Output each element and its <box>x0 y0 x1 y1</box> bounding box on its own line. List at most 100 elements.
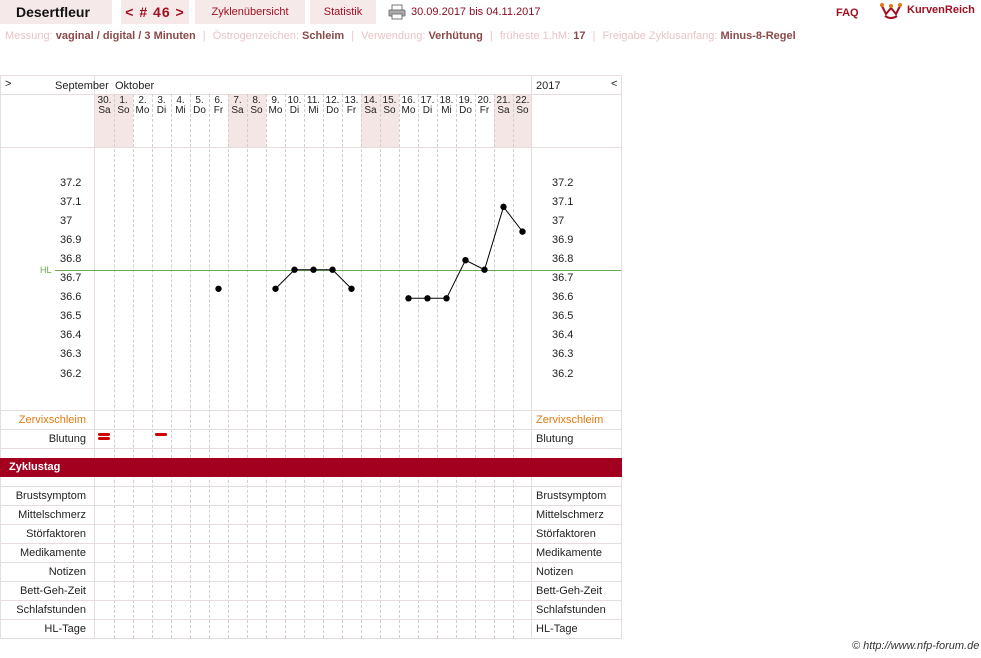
row-label: Brustsymptom <box>15 490 86 502</box>
y-tick-label-right: 36.2 <box>552 367 574 380</box>
row-label-right: Mittelschmerz <box>536 509 604 521</box>
row-divider <box>0 524 622 525</box>
temperature-point[interactable] <box>272 285 279 292</box>
weekday-label: So <box>383 105 396 116</box>
y-tick-label-right: 37.2 <box>552 177 574 189</box>
temperature-point[interactable] <box>462 257 469 264</box>
y-tick-label: 36.5 <box>60 310 82 323</box>
weekday-label: Fr <box>479 105 490 116</box>
y-tick-label-right: 36.6 <box>552 291 574 304</box>
weekday-label: Mo <box>268 105 283 116</box>
printer-icon[interactable] <box>388 4 406 23</box>
day-gridline <box>285 94 286 638</box>
kurvenreich-logo-icon[interactable] <box>880 2 902 23</box>
zervix-label-right: Zervixschleim <box>536 414 604 426</box>
year-label: 2017 <box>536 80 561 92</box>
row-label: Notizen <box>48 566 86 578</box>
day-gridline <box>209 94 210 638</box>
oestrogen-label: Östrogenzeichen: <box>212 30 299 42</box>
frueheste-value: 17 <box>573 30 586 42</box>
y-tick-label-right: 37 <box>552 215 565 228</box>
day-gridline <box>418 94 419 638</box>
user-name: Desertfleur <box>0 0 112 24</box>
weekday-label: So <box>250 105 263 116</box>
faq-link[interactable]: FAQ <box>836 7 859 19</box>
date-range: 30.09.2017 bis 04.11.2017 <box>411 6 541 18</box>
chart-right-border <box>621 75 622 638</box>
day-gridline <box>304 94 305 638</box>
month-label: Oktober <box>115 80 155 92</box>
temperature-point[interactable] <box>348 285 355 292</box>
temperature-point[interactable] <box>405 295 412 302</box>
temperature-point[interactable] <box>500 203 507 211</box>
logo-text[interactable]: KurvenReich <box>907 4 975 16</box>
tab-statistics[interactable]: Statistik <box>310 0 376 24</box>
nav-next-button[interactable]: < <box>611 78 617 90</box>
day-gridline <box>171 94 172 638</box>
nav-prev-button[interactable]: > <box>5 78 11 90</box>
weekday-label: Do <box>459 105 472 116</box>
row-divider <box>0 448 622 449</box>
tab-cycle-overview[interactable]: Zyklenübersicht <box>195 0 305 24</box>
temperature-line-segment <box>408 205 523 299</box>
day-gridline <box>228 94 229 638</box>
separator: | <box>592 30 596 42</box>
row-label: Schlafstunden <box>16 604 86 616</box>
temperature-point[interactable] <box>424 295 431 302</box>
row-label: Medikamente <box>19 547 86 559</box>
y-tick-label: 37 <box>60 215 73 228</box>
separator: | <box>202 30 206 42</box>
weekday-label: Do <box>193 105 206 116</box>
hl-line <box>55 269 621 271</box>
row-label: Störfaktoren <box>26 528 86 540</box>
row-label-right: Brustsymptom <box>536 490 607 502</box>
copyright-footer[interactable]: © http://www.nfp-forum.de <box>852 640 979 652</box>
bleeding-mark <box>98 433 110 436</box>
weekday-label: Do <box>326 105 339 116</box>
row-divider <box>0 410 622 411</box>
verwendung-value: Verhütung <box>428 30 483 42</box>
messung-label: Messung: <box>5 30 53 42</box>
row-label-right: Medikamente <box>536 547 603 559</box>
row-label-right: Bett-Geh-Zeit <box>536 585 603 597</box>
y-tick-label-right: 36.3 <box>552 348 574 361</box>
row-divider <box>0 429 622 430</box>
weekday-label: Mi <box>308 105 319 116</box>
month-label: September <box>55 80 109 92</box>
day-gridline <box>380 94 381 638</box>
weekday-label: Mo <box>135 105 150 116</box>
day-gridline <box>190 94 191 638</box>
row-label: HL-Tage <box>44 623 86 635</box>
y-tick-label: 36.6 <box>60 291 82 304</box>
cycle-navigation[interactable]: < # 46 > <box>121 0 189 24</box>
bleeding-mark <box>155 433 167 436</box>
row-divider <box>0 581 622 582</box>
date-header-divider <box>0 147 622 148</box>
weekday-label: Sa <box>497 105 510 116</box>
temperature-point[interactable] <box>215 285 222 292</box>
row-label-right: Notizen <box>536 566 574 578</box>
hl-label: HL <box>40 265 52 275</box>
row-divider <box>0 600 622 601</box>
weekday-label: Di <box>289 105 300 116</box>
temperature-line-segment <box>275 269 352 290</box>
day-gridline <box>494 94 495 638</box>
temperature-point[interactable] <box>519 228 526 235</box>
y-tick-label-right: 36.7 <box>552 272 574 285</box>
day-gridline <box>152 94 153 638</box>
chart-right-axis <box>531 75 532 638</box>
separator: | <box>489 30 493 42</box>
day-gridline <box>456 94 457 638</box>
weekday-label: Fr <box>346 105 357 116</box>
weekday-label: Sa <box>231 105 244 116</box>
messung-value: vaginal / digital / 3 Minuten <box>55 30 196 42</box>
day-gridline <box>361 94 362 638</box>
temperature-point[interactable] <box>443 295 450 302</box>
zervix-label: Zervixschleim <box>18 414 86 426</box>
day-gridline <box>437 94 438 638</box>
y-tick-label: 36.9 <box>60 234 82 247</box>
y-tick-label-right: 36.5 <box>552 310 574 323</box>
weekday-label: So <box>516 105 529 116</box>
day-gridline <box>114 94 115 638</box>
weekday-label: Mo <box>401 105 416 116</box>
